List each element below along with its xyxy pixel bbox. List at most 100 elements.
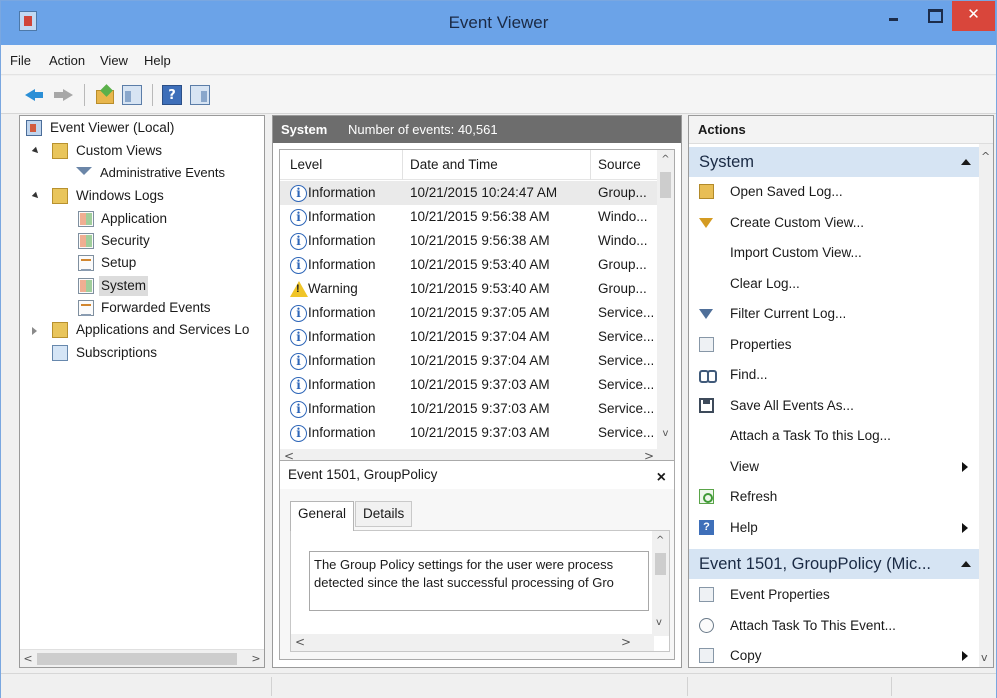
actions-section-event[interactable]: Event 1501, GroupPolicy (Mic... xyxy=(689,549,979,579)
action-find[interactable]: Find... xyxy=(689,360,979,390)
tree-label: Administrative Events xyxy=(100,165,225,180)
action-help[interactable]: ? Help xyxy=(689,513,979,543)
table-row[interactable]: i Information 10/21/2015 9:37:03 AM Service… xyxy=(280,373,660,397)
tree-horizontal-scrollbar[interactable]: < > xyxy=(20,649,264,667)
tree-item-administrative-events[interactable]: Administrative Events xyxy=(20,163,264,183)
scroll-up-icon[interactable]: ^ xyxy=(656,535,664,546)
scroll-down-icon[interactable]: v xyxy=(981,651,988,664)
scroll-left-icon[interactable]: < xyxy=(20,650,36,667)
cell-source: Group... xyxy=(598,257,647,272)
action-refresh[interactable]: Refresh xyxy=(689,482,979,512)
tab-details[interactable]: Details xyxy=(355,501,413,527)
action-copy[interactable]: Copy xyxy=(689,641,979,667)
information-icon: i xyxy=(290,377,307,394)
action-filter-current-log[interactable]: Filter Current Log... xyxy=(689,299,979,329)
scrollbar-thumb[interactable] xyxy=(655,553,666,575)
action-open-saved-log[interactable]: Open Saved Log... xyxy=(689,177,979,207)
actions-vertical-scrollbar[interactable]: ^ v xyxy=(979,144,993,667)
tree-item-windows-logs[interactable]: Windows Logs xyxy=(20,186,264,206)
information-icon: i xyxy=(290,425,307,442)
table-row[interactable]: i Information 10/21/2015 9:37:03 AM Service… xyxy=(280,397,660,421)
menu-view[interactable]: View xyxy=(100,53,128,68)
maximize-button[interactable] xyxy=(919,1,949,31)
action-properties[interactable]: Properties xyxy=(689,330,979,360)
tree-item-setup[interactable]: Setup xyxy=(20,253,264,273)
scroll-up-icon[interactable]: ^ xyxy=(657,154,674,165)
up-folder-icon[interactable] xyxy=(95,85,115,105)
action-attach-a-task-to-this-log[interactable]: Attach a Task To this Log... xyxy=(689,421,979,451)
action-clear-log[interactable]: Clear Log... xyxy=(689,269,979,299)
action-import-custom-view[interactable]: Import Custom View... xyxy=(689,238,979,268)
actions-section-system[interactable]: System xyxy=(689,147,979,177)
log-name: System xyxy=(281,122,328,137)
table-row[interactable]: i Information 10/21/2015 9:53:40 AM Group..… xyxy=(280,253,660,277)
tree-item-system[interactable]: System xyxy=(20,276,264,296)
description-horizontal-scrollbar[interactable]: < > xyxy=(291,634,654,651)
column-separator[interactable] xyxy=(402,150,403,180)
tree-item-security[interactable]: Security xyxy=(20,231,264,251)
expand-arrow-icon[interactable] xyxy=(31,191,41,201)
table-vertical-scrollbar[interactable]: ^ v xyxy=(657,150,674,450)
column-level[interactable]: Level xyxy=(290,157,322,172)
menu-help[interactable]: Help xyxy=(144,53,171,68)
column-separator[interactable] xyxy=(590,150,591,180)
show-hide-console-tree-icon[interactable] xyxy=(122,85,142,105)
action-label: Attach Task To This Event... xyxy=(730,617,896,633)
help-icon[interactable]: ? xyxy=(162,85,182,105)
application-log-icon xyxy=(78,211,94,227)
scroll-up-icon[interactable]: ^ xyxy=(981,150,990,163)
collapse-arrow-icon[interactable] xyxy=(961,159,971,165)
log-header: System Number of events: 40,561 xyxy=(273,116,681,143)
description-vertical-scrollbar[interactable]: ^ v xyxy=(652,531,669,636)
tree-item-subscriptions[interactable]: Subscriptions xyxy=(20,343,264,363)
scroll-right-icon[interactable]: > xyxy=(621,635,631,649)
table-row[interactable]: i Information 10/21/2015 9:37:03 AM Service… xyxy=(280,421,660,445)
column-source[interactable]: Source xyxy=(598,157,641,172)
action-event-properties[interactable]: Event Properties xyxy=(689,580,979,610)
tree-item-forwarded-events[interactable]: Forwarded Events xyxy=(20,298,264,318)
scroll-right-icon[interactable]: > xyxy=(248,650,264,667)
table-row[interactable]: i Information 10/21/2015 9:56:38 AM Windo..… xyxy=(280,229,660,253)
collapse-arrow-icon[interactable] xyxy=(961,561,971,567)
event-description[interactable]: The Group Policy settings for the user w… xyxy=(309,551,649,611)
collapsed-arrow-icon[interactable] xyxy=(32,327,37,335)
events-table[interactable]: Level Date and Time Source i Information 1… xyxy=(279,149,675,466)
tree-item-custom-views[interactable]: Custom Views xyxy=(20,141,264,161)
back-arrow-icon[interactable] xyxy=(25,85,45,105)
tab-general[interactable]: General xyxy=(290,501,355,531)
table-row[interactable]: Warning 10/21/2015 9:53:40 AM Group... xyxy=(280,277,660,301)
expand-arrow-icon[interactable] xyxy=(31,146,41,156)
tree-item-event-viewer-local[interactable]: Event Viewer (Local) xyxy=(20,118,264,138)
table-header: Level Date and Time Source xyxy=(280,150,674,180)
action-create-custom-view[interactable]: Create Custom View... xyxy=(689,208,979,238)
cell-level: Information xyxy=(308,233,376,248)
scrollbar-thumb[interactable] xyxy=(660,172,671,198)
tree-item-application[interactable]: Application xyxy=(20,209,264,229)
table-row[interactable]: i Information 10/21/2015 9:56:38 AM Windo..… xyxy=(280,205,660,229)
tree-item-applications-and-services[interactable]: Applications and Services Lo xyxy=(20,320,264,340)
cell-source: Windo... xyxy=(598,233,648,248)
menu-action[interactable]: Action xyxy=(49,53,85,68)
action-view[interactable]: View xyxy=(689,452,979,482)
table-row[interactable]: i Information 10/21/2015 10:24:47 AM Group.… xyxy=(280,181,660,205)
scroll-left-icon[interactable]: < xyxy=(295,635,305,649)
forward-arrow-icon[interactable] xyxy=(53,85,73,105)
console-tree[interactable]: Event Viewer (Local) Custom Views Admini… xyxy=(19,115,265,668)
title-bar[interactable]: Event Viewer ✕ xyxy=(1,1,996,45)
scroll-down-icon[interactable]: v xyxy=(656,617,662,628)
close-button[interactable]: ✕ xyxy=(952,1,995,31)
table-row[interactable]: i Information 10/21/2015 9:37:04 AM Service… xyxy=(280,349,660,373)
table-row[interactable]: i Information 10/21/2015 9:37:04 AM Service… xyxy=(280,325,660,349)
column-date-time[interactable]: Date and Time xyxy=(410,157,498,172)
scrollbar-thumb[interactable] xyxy=(37,653,237,665)
action-save-all-events-as[interactable]: Save All Events As... xyxy=(689,391,979,421)
cell-date-time: 10/21/2015 9:56:38 AM xyxy=(410,209,550,224)
menu-file[interactable]: File xyxy=(10,53,31,68)
scroll-down-icon[interactable]: v xyxy=(657,428,674,439)
action-attach-task-to-this-event[interactable]: Attach Task To This Event... xyxy=(689,611,979,641)
table-row[interactable]: i Information 10/21/2015 9:37:05 AM Service… xyxy=(280,301,660,325)
show-hide-action-pane-icon[interactable] xyxy=(190,85,210,105)
minimize-button[interactable] xyxy=(879,1,909,31)
create-view-icon xyxy=(699,217,713,228)
close-detail-icon[interactable]: × xyxy=(657,464,666,492)
